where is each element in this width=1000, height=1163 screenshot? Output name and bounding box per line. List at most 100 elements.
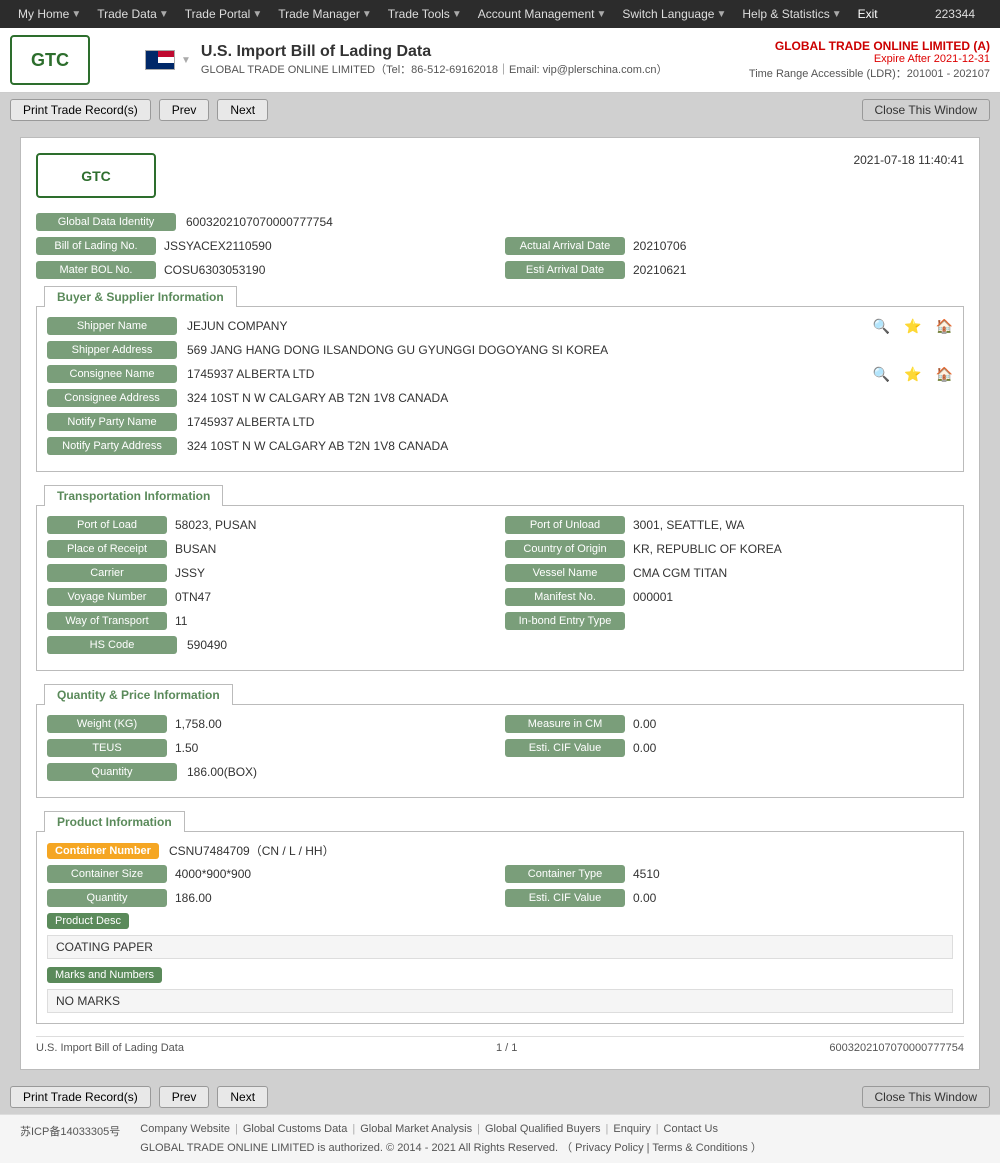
nav-trade-data[interactable]: Trade Data ▼ <box>89 0 177 28</box>
shipper-name-row: Shipper Name JEJUN COMPANY 🔍 ⭐ 🏠 <box>47 317 953 335</box>
consignee-name-value: 1745937 ALBERTA LTD <box>187 367 859 381</box>
footer-global-qualified[interactable]: Global Qualified Buyers <box>485 1123 601 1135</box>
measure-in-cm-value: 0.00 <box>633 717 953 731</box>
actual-arrival-date-label: Actual Arrival Date <box>505 237 625 255</box>
marks-numbers-label: Marks and Numbers <box>47 967 162 983</box>
shipper-home-icon[interactable]: 🏠 <box>936 318 953 335</box>
quantity-price-content: Weight (KG) 1,758.00 Measure in CM 0.00 … <box>36 704 964 798</box>
footer-enquiry[interactable]: Enquiry <box>613 1123 650 1135</box>
bill-of-lading-label: Bill of Lading No. <box>36 237 156 255</box>
notify-party-name-label: Notify Party Name <box>47 413 177 431</box>
carrier-value: JSSY <box>175 566 495 580</box>
top-toolbar: Print Trade Record(s) Prev Next Close Th… <box>0 93 1000 127</box>
print-button-bottom[interactable]: Print Trade Record(s) <box>10 1086 151 1108</box>
next-button-bottom[interactable]: Next <box>217 1086 268 1108</box>
icp-number: 苏ICP备14033305号 <box>20 1123 120 1139</box>
main-content: GTC 2021-07-18 11:40:41 Global Data Iden… <box>0 127 1000 1080</box>
consignee-search-icon[interactable]: 🔍 <box>873 366 890 383</box>
footer-terms-conditions[interactable]: Terms & Conditions <box>652 1142 747 1154</box>
mater-bol-row: Mater BOL No. COSU6303053190 Esti Arriva… <box>36 261 964 279</box>
port-of-unload-label: Port of Unload <box>505 516 625 534</box>
measure-in-cm-label: Measure in CM <box>505 715 625 733</box>
shipper-address-value: 569 JANG HANG DONG ILSANDONG GU GYUNGGI … <box>187 343 953 357</box>
port-of-load-value: 58023, PUSAN <box>175 518 495 532</box>
actual-arrival-date-value: 20210706 <box>633 239 964 253</box>
global-data-identity-value: 6003202107070000777754 <box>186 215 964 229</box>
transportation-tab: Transportation Information <box>44 485 223 506</box>
nav-switch-language[interactable]: Switch Language ▼ <box>614 0 734 28</box>
shipper-name-value: JEJUN COMPANY <box>187 319 859 333</box>
consignee-address-row: Consignee Address 324 10ST N W CALGARY A… <box>47 389 953 407</box>
prev-button-top[interactable]: Prev <box>159 99 210 121</box>
bottom-toolbar: Print Trade Record(s) Prev Next Close Th… <box>0 1080 1000 1114</box>
footer-contact-us[interactable]: Contact Us <box>664 1123 718 1135</box>
page-footer: 苏ICP备14033305号 Company Website | Global … <box>0 1114 1000 1163</box>
vessel-name-label: Vessel Name <box>505 564 625 582</box>
close-button-bottom[interactable]: Close This Window <box>862 1086 990 1108</box>
notify-party-name-row: Notify Party Name 1745937 ALBERTA LTD <box>47 413 953 431</box>
buyer-supplier-tab: Buyer & Supplier Information <box>44 286 237 307</box>
consignee-star-icon[interactable]: ⭐ <box>904 366 921 383</box>
close-button-top[interactable]: Close This Window <box>862 99 990 121</box>
transportation-section: Transportation Information Port of Load … <box>36 484 964 671</box>
hs-code-row: HS Code 590490 <box>47 636 953 654</box>
nav-trade-manager[interactable]: Trade Manager ▼ <box>270 0 380 28</box>
account-company: GLOBAL TRADE ONLINE LIMITED (A) <box>749 39 990 53</box>
nav-my-home[interactable]: My Home ▼ <box>10 0 89 28</box>
prev-button-bottom[interactable]: Prev <box>159 1086 210 1108</box>
expire-date: Expire After 2021-12-31 <box>749 53 990 65</box>
nav-account-management[interactable]: Account Management ▼ <box>470 0 615 28</box>
country-of-origin-value: KR, REPUBLIC OF KOREA <box>633 542 953 556</box>
record-logo: GTC <box>36 153 156 198</box>
vessel-name-value: CMA CGM TITAN <box>633 566 953 580</box>
footer-global-customs[interactable]: Global Customs Data <box>243 1123 348 1135</box>
consignee-address-label: Consignee Address <box>47 389 177 407</box>
shipper-name-label: Shipper Name <box>47 317 177 335</box>
company-logo: GTC <box>10 35 90 85</box>
country-of-origin-label: Country of Origin <box>505 540 625 558</box>
hs-code-value: 590490 <box>187 638 953 652</box>
container-type-value: 4510 <box>633 867 953 881</box>
manifest-no-value: 000001 <box>633 590 953 604</box>
consignee-home-icon[interactable]: 🏠 <box>936 366 953 383</box>
footer-record-id: 6003202107070000777754 <box>829 1042 964 1054</box>
nav-exit[interactable]: Exit <box>850 0 886 28</box>
footer-global-market[interactable]: Global Market Analysis <box>360 1123 472 1135</box>
shipper-address-row: Shipper Address 569 JANG HANG DONG ILSAN… <box>47 341 953 359</box>
container-size-label: Container Size <box>47 865 167 883</box>
nav-trade-tools[interactable]: Trade Tools ▼ <box>380 0 470 28</box>
shipper-search-icon[interactable]: 🔍 <box>873 318 890 335</box>
consignee-name-label: Consignee Name <box>47 365 177 383</box>
product-desc-row: Product Desc <box>47 913 953 929</box>
footer-company-website[interactable]: Company Website <box>140 1123 230 1135</box>
place-of-receipt-value: BUSAN <box>175 542 495 556</box>
container-number-value: CSNU7484709（CN / L / HH） <box>169 842 953 859</box>
esti-arrival-date-label: Esti Arrival Date <box>505 261 625 279</box>
footer-privacy-policy[interactable]: Privacy Policy <box>575 1142 643 1154</box>
shipper-address-label: Shipper Address <box>47 341 177 359</box>
product-esti-cif-label: Esti. CIF Value <box>505 889 625 907</box>
next-button-top[interactable]: Next <box>217 99 268 121</box>
quantity-price-tab: Quantity & Price Information <box>44 684 233 705</box>
record-footer: U.S. Import Bill of Lading Data 1 / 1 60… <box>36 1036 964 1054</box>
nav-trade-portal[interactable]: Trade Portal ▼ <box>177 0 271 28</box>
weight-kg-value: 1,758.00 <box>175 717 495 731</box>
mater-bol-label: Mater BOL No. <box>36 261 156 279</box>
ldr-range: Time Range Accessible (LDR)：201001 - 202… <box>749 65 990 81</box>
flag-area[interactable]: ▼ <box>145 50 191 70</box>
product-desc-label: Product Desc <box>47 913 129 929</box>
print-button-top[interactable]: Print Trade Record(s) <box>10 99 151 121</box>
shipper-star-icon[interactable]: ⭐ <box>904 318 921 335</box>
consignee-name-row: Consignee Name 1745937 ALBERTA LTD 🔍 ⭐ 🏠 <box>47 365 953 383</box>
way-of-transport-label: Way of Transport <box>47 612 167 630</box>
voyage-number-label: Voyage Number <box>47 588 167 606</box>
voyage-number-value: 0TN47 <box>175 590 495 604</box>
header-subtitle: GLOBAL TRADE ONLINE LIMITED（Tel：86-512-6… <box>201 61 749 77</box>
nav-help-statistics[interactable]: Help & Statistics ▼ <box>734 0 849 28</box>
marks-numbers-row: Marks and Numbers <box>47 967 953 983</box>
bol-arrival-row: Bill of Lading No. JSSYACEX2110590 Actua… <box>36 237 964 255</box>
transportation-content: Port of Load 58023, PUSAN Port of Unload… <box>36 505 964 671</box>
notify-party-address-row: Notify Party Address 324 10ST N W CALGAR… <box>47 437 953 455</box>
buyer-supplier-section: Buyer & Supplier Information Shipper Nam… <box>36 285 964 472</box>
quantity-price-section: Quantity & Price Information Weight (KG)… <box>36 683 964 798</box>
